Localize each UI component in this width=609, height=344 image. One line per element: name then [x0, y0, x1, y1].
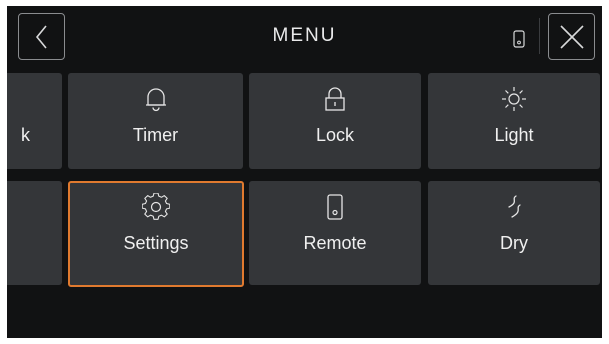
tile-label: Remote [303, 233, 367, 253]
menu-tile-timer[interactable]: Timer [68, 73, 243, 169]
menu-tile-light[interactable]: Light [428, 73, 600, 169]
menu-tile-lock[interactable]: Lock [249, 73, 421, 169]
tile-label: Dry [500, 233, 528, 253]
tile-label: Settings [123, 233, 189, 253]
tile-label: Light [494, 125, 534, 145]
remote-icon [513, 30, 525, 48]
close-button[interactable] [548, 13, 595, 60]
menu-tile-partial-1[interactable]: k [7, 73, 62, 169]
menu-screen: MENU k Timer Lock Light Settings Remote … [7, 6, 602, 338]
bell-icon [68, 85, 243, 113]
close-icon [559, 24, 584, 49]
dry-wave-icon [428, 193, 600, 221]
remote-status[interactable] [513, 30, 525, 48]
lock-icon [249, 85, 421, 113]
menu-tile-dry[interactable]: Dry [428, 181, 600, 285]
sun-icon [428, 85, 600, 113]
remote-icon [249, 193, 421, 221]
menu-tile-remote[interactable]: Remote [249, 181, 421, 285]
header-divider [539, 18, 540, 54]
menu-tile-partial-2[interactable] [7, 181, 62, 285]
tile-label: Timer [132, 125, 179, 145]
gear-icon [70, 193, 242, 221]
tile-label: k [21, 125, 30, 145]
menu-tile-settings[interactable]: Settings [68, 181, 244, 287]
tile-label: Lock [315, 125, 355, 145]
